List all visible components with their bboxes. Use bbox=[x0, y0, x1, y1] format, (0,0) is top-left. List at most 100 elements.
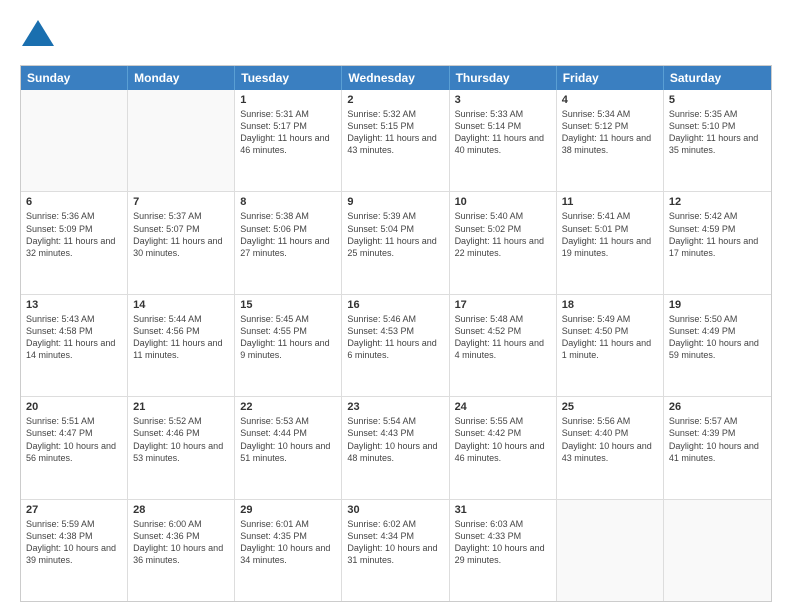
calendar-cell: 27 Sunrise: 5:59 AM Sunset: 4:38 PM Dayli… bbox=[21, 500, 128, 601]
day-number: 3 bbox=[455, 94, 551, 106]
cell-info: Sunrise: 5:40 AM Sunset: 5:02 PM Dayligh… bbox=[455, 210, 551, 259]
calendar-cell: 30Sunrise: 6:02 AM Sunset: 4:34 PM Dayli… bbox=[342, 500, 449, 601]
day-number: 12 bbox=[669, 196, 766, 208]
cell-info: Sunrise: 6:03 AM Sunset: 4:33 PM Dayligh… bbox=[455, 518, 551, 567]
day-number: 29 bbox=[240, 504, 336, 516]
cell-info: Sunrise: 6:00 AM Sunset: 4:36 PM Dayligh… bbox=[133, 518, 229, 567]
cell-info: Sunrise: 5:59 AM Sunset: 4:38 PM Dayligh… bbox=[26, 518, 122, 567]
calendar-cell bbox=[557, 500, 664, 601]
day-number: 1 bbox=[240, 94, 336, 106]
day-number: 11 bbox=[562, 196, 658, 208]
calendar-row-1: 1 Sunrise: 5:31 AM Sunset: 5:17 PM Daylig… bbox=[21, 90, 771, 191]
day-number: 22 bbox=[240, 401, 336, 413]
calendar-cell: 20 Sunrise: 5:51 AM Sunset: 4:47 PM Dayli… bbox=[21, 397, 128, 498]
calendar-cell: 22 Sunrise: 5:53 AM Sunset: 4:44 PM Dayli… bbox=[235, 397, 342, 498]
day-number: 14 bbox=[133, 299, 229, 311]
calendar-cell: 7 Sunrise: 5:37 AM Sunset: 5:07 PM Daylig… bbox=[128, 192, 235, 293]
cell-info: Sunrise: 5:44 AM Sunset: 4:56 PM Dayligh… bbox=[133, 313, 229, 362]
cell-info: Sunrise: 5:46 AM Sunset: 4:53 PM Dayligh… bbox=[347, 313, 443, 362]
day-number: 2 bbox=[347, 94, 443, 106]
calendar-cell: 11 Sunrise: 5:41 AM Sunset: 5:01 PM Dayli… bbox=[557, 192, 664, 293]
day-number: 7 bbox=[133, 196, 229, 208]
calendar-cell bbox=[664, 500, 771, 601]
calendar-cell: 17Sunrise: 5:48 AM Sunset: 4:52 PM Dayli… bbox=[450, 295, 557, 396]
cell-info: Sunrise: 5:53 AM Sunset: 4:44 PM Dayligh… bbox=[240, 415, 336, 464]
calendar-cell: 6 Sunrise: 5:36 AM Sunset: 5:09 PM Daylig… bbox=[21, 192, 128, 293]
calendar-body: 1 Sunrise: 5:31 AM Sunset: 5:17 PM Daylig… bbox=[21, 90, 771, 601]
header-day-wednesday: Wednesday bbox=[342, 66, 449, 90]
cell-info: Sunrise: 5:41 AM Sunset: 5:01 PM Dayligh… bbox=[562, 210, 658, 259]
calendar-cell: 13Sunrise: 5:43 AM Sunset: 4:58 PM Dayli… bbox=[21, 295, 128, 396]
cell-info: Sunrise: 5:57 AM Sunset: 4:39 PM Dayligh… bbox=[669, 415, 766, 464]
cell-info: Sunrise: 5:51 AM Sunset: 4:47 PM Dayligh… bbox=[26, 415, 122, 464]
cell-info: Sunrise: 5:36 AM Sunset: 5:09 PM Dayligh… bbox=[26, 210, 122, 259]
cell-info: Sunrise: 5:39 AM Sunset: 5:04 PM Dayligh… bbox=[347, 210, 443, 259]
header-day-saturday: Saturday bbox=[664, 66, 771, 90]
day-number: 31 bbox=[455, 504, 551, 516]
calendar-cell bbox=[128, 90, 235, 191]
calendar-row-2: 6 Sunrise: 5:36 AM Sunset: 5:09 PM Daylig… bbox=[21, 191, 771, 293]
header-day-monday: Monday bbox=[128, 66, 235, 90]
cell-info: Sunrise: 5:54 AM Sunset: 4:43 PM Dayligh… bbox=[347, 415, 443, 464]
cell-info: Sunrise: 5:31 AM Sunset: 5:17 PM Dayligh… bbox=[240, 108, 336, 157]
header-day-friday: Friday bbox=[557, 66, 664, 90]
cell-info: Sunrise: 5:34 AM Sunset: 5:12 PM Dayligh… bbox=[562, 108, 658, 157]
day-number: 27 bbox=[26, 504, 122, 516]
calendar-cell: 12Sunrise: 5:42 AM Sunset: 4:59 PM Dayli… bbox=[664, 192, 771, 293]
cell-info: Sunrise: 5:38 AM Sunset: 5:06 PM Dayligh… bbox=[240, 210, 336, 259]
day-number: 9 bbox=[347, 196, 443, 208]
calendar-cell: 24 Sunrise: 5:55 AM Sunset: 4:42 PM Dayli… bbox=[450, 397, 557, 498]
calendar-cell: 5 Sunrise: 5:35 AM Sunset: 5:10 PM Daylig… bbox=[664, 90, 771, 191]
cell-info: Sunrise: 5:55 AM Sunset: 4:42 PM Dayligh… bbox=[455, 415, 551, 464]
calendar-cell: 10Sunrise: 5:40 AM Sunset: 5:02 PM Dayli… bbox=[450, 192, 557, 293]
page: SundayMondayTuesdayWednesdayThursdayFrid… bbox=[0, 0, 792, 612]
cell-info: Sunrise: 5:50 AM Sunset: 4:49 PM Dayligh… bbox=[669, 313, 766, 362]
day-number: 24 bbox=[455, 401, 551, 413]
logo-icon bbox=[20, 16, 56, 57]
cell-info: Sunrise: 5:32 AM Sunset: 5:15 PM Dayligh… bbox=[347, 108, 443, 157]
cell-info: Sunrise: 5:48 AM Sunset: 4:52 PM Dayligh… bbox=[455, 313, 551, 362]
day-number: 23 bbox=[347, 401, 443, 413]
calendar-cell: 14 Sunrise: 5:44 AM Sunset: 4:56 PM Dayli… bbox=[128, 295, 235, 396]
calendar-cell: 19Sunrise: 5:50 AM Sunset: 4:49 PM Dayli… bbox=[664, 295, 771, 396]
calendar-header: SundayMondayTuesdayWednesdayThursdayFrid… bbox=[21, 66, 771, 90]
cell-info: Sunrise: 5:37 AM Sunset: 5:07 PM Dayligh… bbox=[133, 210, 229, 259]
logo bbox=[20, 16, 60, 57]
day-number: 16 bbox=[347, 299, 443, 311]
day-number: 26 bbox=[669, 401, 766, 413]
day-number: 21 bbox=[133, 401, 229, 413]
calendar-cell: 9 Sunrise: 5:39 AM Sunset: 5:04 PM Daylig… bbox=[342, 192, 449, 293]
header-day-tuesday: Tuesday bbox=[235, 66, 342, 90]
header-day-sunday: Sunday bbox=[21, 66, 128, 90]
day-number: 8 bbox=[240, 196, 336, 208]
calendar-cell: 16 Sunrise: 5:46 AM Sunset: 4:53 PM Dayli… bbox=[342, 295, 449, 396]
cell-info: Sunrise: 5:35 AM Sunset: 5:10 PM Dayligh… bbox=[669, 108, 766, 157]
day-number: 5 bbox=[669, 94, 766, 106]
calendar-cell: 15Sunrise: 5:45 AM Sunset: 4:55 PM Dayli… bbox=[235, 295, 342, 396]
calendar-cell: 2 Sunrise: 5:32 AM Sunset: 5:15 PM Daylig… bbox=[342, 90, 449, 191]
day-number: 20 bbox=[26, 401, 122, 413]
calendar-cell: 25Sunrise: 5:56 AM Sunset: 4:40 PM Dayli… bbox=[557, 397, 664, 498]
cell-info: Sunrise: 6:02 AM Sunset: 4:34 PM Dayligh… bbox=[347, 518, 443, 567]
calendar-row-4: 20 Sunrise: 5:51 AM Sunset: 4:47 PM Dayli… bbox=[21, 396, 771, 498]
day-number: 4 bbox=[562, 94, 658, 106]
day-number: 28 bbox=[133, 504, 229, 516]
header-day-thursday: Thursday bbox=[450, 66, 557, 90]
calendar-cell: 3 Sunrise: 5:33 AM Sunset: 5:14 PM Daylig… bbox=[450, 90, 557, 191]
cell-info: Sunrise: 5:45 AM Sunset: 4:55 PM Dayligh… bbox=[240, 313, 336, 362]
calendar-cell: 31 Sunrise: 6:03 AM Sunset: 4:33 PM Dayli… bbox=[450, 500, 557, 601]
cell-info: Sunrise: 5:43 AM Sunset: 4:58 PM Dayligh… bbox=[26, 313, 122, 362]
calendar-cell: 18Sunrise: 5:49 AM Sunset: 4:50 PM Dayli… bbox=[557, 295, 664, 396]
calendar-cell: 21Sunrise: 5:52 AM Sunset: 4:46 PM Dayli… bbox=[128, 397, 235, 498]
cell-info: Sunrise: 6:01 AM Sunset: 4:35 PM Dayligh… bbox=[240, 518, 336, 567]
cell-info: Sunrise: 5:56 AM Sunset: 4:40 PM Dayligh… bbox=[562, 415, 658, 464]
calendar-cell: 26 Sunrise: 5:57 AM Sunset: 4:39 PM Dayli… bbox=[664, 397, 771, 498]
cell-info: Sunrise: 5:33 AM Sunset: 5:14 PM Dayligh… bbox=[455, 108, 551, 157]
day-number: 6 bbox=[26, 196, 122, 208]
calendar: SundayMondayTuesdayWednesdayThursdayFrid… bbox=[20, 65, 772, 602]
calendar-cell: 4 Sunrise: 5:34 AM Sunset: 5:12 PM Daylig… bbox=[557, 90, 664, 191]
calendar-row-5: 27 Sunrise: 5:59 AM Sunset: 4:38 PM Dayli… bbox=[21, 499, 771, 601]
calendar-cell bbox=[21, 90, 128, 191]
calendar-cell: 29 Sunrise: 6:01 AM Sunset: 4:35 PM Dayli… bbox=[235, 500, 342, 601]
calendar-row-3: 13Sunrise: 5:43 AM Sunset: 4:58 PM Dayli… bbox=[21, 294, 771, 396]
